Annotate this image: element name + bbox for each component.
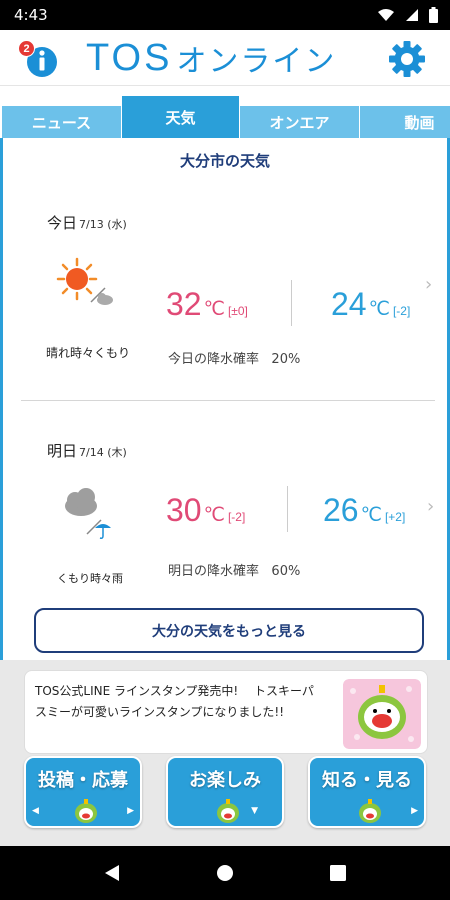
chevron-right-icon: › xyxy=(427,496,435,517)
tomorrow-day: 明日 xyxy=(47,442,78,460)
tomorrow-label: 明日 7/14 (木) xyxy=(47,440,127,461)
tomorrow-low-value: 26 xyxy=(323,492,359,528)
mascot-image xyxy=(343,679,421,749)
today-condition: 晴れ時々くもり xyxy=(45,346,130,360)
today-high-temp: 32 ℃ [±0] xyxy=(166,286,248,323)
tomorrow-high-diff: [-2] xyxy=(227,510,246,524)
status-icons xyxy=(377,7,438,23)
tomorrow-low-temp: 26 ℃ [+2] xyxy=(323,492,405,529)
logo-kana: オンライン xyxy=(176,44,337,79)
bottom-area: TOS公式LINE ラインスタンプ発売中! トスキーパスミーが可愛いラインスタン… xyxy=(0,660,450,846)
weather-panel: 大分市の天気 今日 7/13 (水) 晴れ時々くもり 32 ℃ [±0] 24 … xyxy=(0,138,450,660)
today-date: 7/13 (水) xyxy=(79,218,127,231)
today-low-diff: [-2] xyxy=(392,304,411,318)
temp-divider xyxy=(287,486,288,532)
learn-watch-label: 知る・見る xyxy=(322,770,412,791)
caret-down-icon: ▼ xyxy=(251,806,258,816)
today-high-unit: ℃ xyxy=(203,299,225,320)
caret-left-icon: ◀ xyxy=(32,806,39,816)
home-icon[interactable] xyxy=(216,864,234,882)
forecast-divider xyxy=(21,400,435,401)
tomorrow-high-temp: 30 ℃ [-2] xyxy=(166,492,245,529)
wifi-icon xyxy=(378,9,394,21)
app-header: 2 TOS オンライン xyxy=(0,30,450,86)
fun-label: お楽しみ xyxy=(189,770,261,791)
learn-watch-button[interactable]: 知る・見る ▶ xyxy=(308,756,426,828)
today-low-value: 24 xyxy=(331,286,367,322)
line-stamp-banner[interactable]: TOS公式LINE ラインスタンプ発売中! トスキーパスミーが可愛いラインスタン… xyxy=(24,670,428,754)
tos-online-logo: TOS オンライン xyxy=(86,36,336,80)
tomorrow-low-unit: ℃ xyxy=(360,505,382,526)
today-high-diff: [±0] xyxy=(227,304,248,318)
tomorrow-rain-value: 60% xyxy=(271,564,301,579)
today-rain-value: 20% xyxy=(271,352,301,367)
recents-icon[interactable] xyxy=(330,865,346,881)
post-apply-button[interactable]: 投稿・応募 ◀ ▶ xyxy=(24,756,142,828)
post-apply-label: 投稿・応募 xyxy=(38,770,128,791)
caret-right-icon: ▶ xyxy=(127,806,134,816)
fun-button[interactable]: お楽しみ ▼ xyxy=(166,756,284,828)
notification-badge: 2 xyxy=(18,40,35,57)
tomorrow-high-unit: ℃ xyxy=(203,505,225,526)
mascot-icon xyxy=(75,799,97,823)
app-screen: 4:43 2 TOS オンライン ニュース 天気 オンエア 動画 大分市の天気 … xyxy=(0,0,450,900)
cloudy-then-rain-icon xyxy=(65,488,111,539)
status-bar: 4:43 xyxy=(0,0,450,30)
tomorrow-forecast[interactable]: 明日 7/14 (木) くもり時々雨 30 ℃ [-2] 26 ℃ [+2] ›… xyxy=(3,402,447,602)
cell-signal-icon xyxy=(406,9,418,21)
system-nav-bar xyxy=(0,846,450,900)
more-weather-button[interactable]: 大分の天気をもっと見る xyxy=(34,608,424,653)
status-time: 4:43 xyxy=(14,6,48,24)
temp-divider xyxy=(291,280,292,326)
today-high-value: 32 xyxy=(166,286,202,322)
tab-onair[interactable]: オンエア xyxy=(240,106,360,138)
gear-icon[interactable] xyxy=(388,40,426,78)
tomorrow-date: 7/14 (木) xyxy=(79,446,127,459)
today-low-unit: ℃ xyxy=(368,299,390,320)
tab-video[interactable]: 動画 xyxy=(360,106,450,138)
today-label: 今日 7/13 (水) xyxy=(47,212,127,233)
back-icon[interactable] xyxy=(104,864,120,882)
notification-button[interactable]: 2 xyxy=(18,40,58,78)
tab-weather[interactable]: 天気 xyxy=(122,96,240,138)
today-forecast[interactable]: 今日 7/13 (水) 晴れ時々くもり 32 ℃ [±0] 24 ℃ [-2] … xyxy=(3,138,447,400)
banner-text: TOS公式LINE ラインスタンプ発売中! トスキーパスミーが可愛いラインスタン… xyxy=(35,684,314,719)
battery-icon xyxy=(429,7,438,23)
tab-news[interactable]: ニュース xyxy=(2,106,122,138)
today-rain-label: 今日の降水確率 xyxy=(168,352,260,367)
mascot-icon xyxy=(359,799,381,823)
mascot-icon xyxy=(217,799,239,823)
tomorrow-low-diff: [+2] xyxy=(384,510,406,524)
caret-right-icon: ▶ xyxy=(411,806,418,816)
category-tabs: ニュース 天気 オンエア 動画 xyxy=(0,96,450,138)
tomorrow-rain: 明日の降水確率 60% xyxy=(168,560,300,579)
tomorrow-condition: くもり時々雨 xyxy=(57,572,123,585)
tomorrow-high-value: 30 xyxy=(166,492,202,528)
today-low-temp: 24 ℃ [-2] xyxy=(331,286,410,323)
today-rain: 今日の降水確率 20% xyxy=(168,348,300,367)
sunny-then-cloudy-icon xyxy=(56,257,113,305)
chevron-right-icon: › xyxy=(425,274,433,295)
tomorrow-rain-label: 明日の降水確率 xyxy=(168,564,260,579)
today-day: 今日 xyxy=(47,214,78,232)
logo-latin: TOS xyxy=(86,36,173,79)
